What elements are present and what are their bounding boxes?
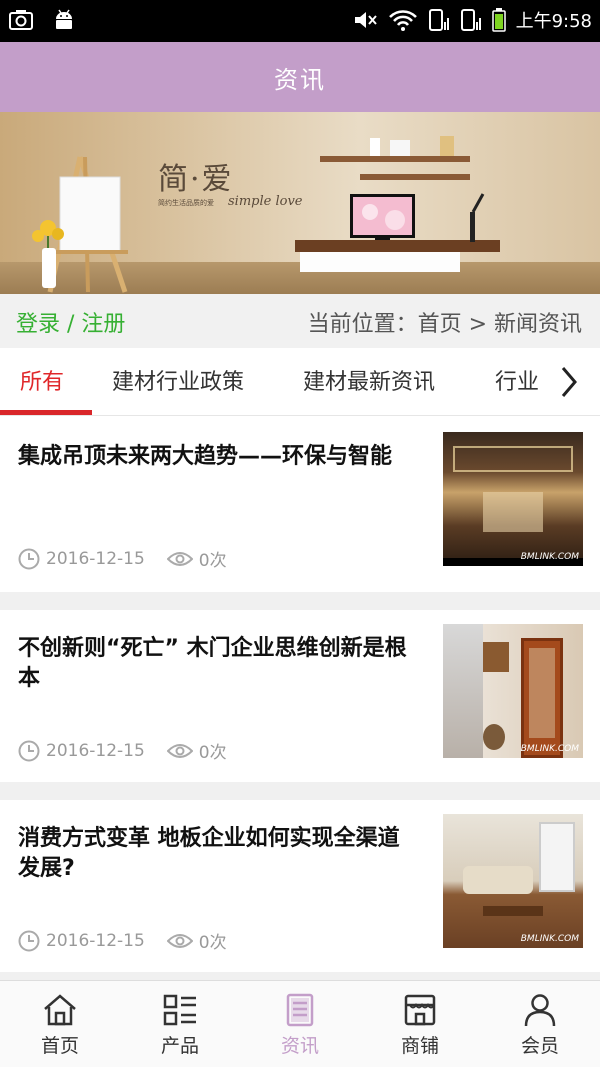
nav-products[interactable]: 产品 bbox=[120, 981, 240, 1067]
chevron-right-icon bbox=[561, 367, 577, 397]
article-date: 2016-12-15 bbox=[46, 740, 145, 761]
wall-shelf-illustration bbox=[320, 136, 470, 180]
page-title: 资讯 bbox=[274, 65, 326, 94]
tab-industry[interactable]: 行业 bbox=[495, 364, 539, 396]
article-thumbnail[interactable]: BMLINK.COM bbox=[443, 814, 583, 948]
article-date: 2016-12-15 bbox=[46, 930, 145, 951]
sim1-signal-icon bbox=[428, 9, 449, 31]
tab-all[interactable]: 所有 bbox=[20, 364, 64, 396]
clock: 上午9:58 bbox=[515, 11, 592, 32]
status-bar: 上午9:58 bbox=[0, 0, 600, 42]
login-register-link[interactable]: 登录 / 注册 bbox=[16, 306, 125, 338]
grid-list-icon bbox=[163, 994, 196, 1026]
sim2-signal-icon bbox=[460, 9, 481, 31]
thumbnail-watermark: BMLINK.COM bbox=[520, 552, 579, 562]
article-item[interactable]: 不创新则“死亡” 木门企业思维创新是根本 2016-12-15 0次 BMLIN… bbox=[0, 622, 600, 792]
clock-icon bbox=[18, 930, 40, 951]
thumbnail-watermark: BMLINK.COM bbox=[520, 744, 579, 754]
screenshot-icon bbox=[9, 10, 33, 30]
banner-brand-en: simple love bbox=[228, 194, 303, 209]
clock-icon bbox=[18, 740, 40, 761]
eye-icon bbox=[166, 551, 193, 566]
store-icon bbox=[404, 994, 436, 1026]
article-title[interactable]: 不创新则“死亡” 木门企业思维创新是根本 bbox=[18, 634, 418, 694]
location-bar: 登录 / 注册 当前位置：首页 > 新闻资讯 bbox=[0, 294, 600, 348]
article-views: 0次 bbox=[198, 551, 227, 571]
nav-member-label: 会员 bbox=[520, 1035, 559, 1057]
flower-vase-illustration bbox=[32, 220, 64, 288]
article-thumbnail[interactable]: BMLINK.COM bbox=[443, 624, 583, 758]
list-separator bbox=[0, 782, 600, 800]
nav-member[interactable]: 会员 bbox=[480, 981, 600, 1067]
eye-icon bbox=[166, 743, 193, 758]
document-icon bbox=[286, 993, 314, 1027]
nav-home[interactable]: 首页 bbox=[0, 981, 120, 1067]
nav-products-label: 产品 bbox=[160, 1035, 199, 1057]
eye-icon bbox=[166, 933, 193, 948]
breadcrumb: 当前位置：首页 > 新闻资讯 bbox=[307, 312, 582, 337]
active-tab-indicator bbox=[0, 410, 92, 415]
article-meta: 2016-12-15 0次 bbox=[18, 546, 227, 571]
banner-brand: 简·爱 简约生活品质的爱 simple love bbox=[158, 154, 302, 209]
nav-news-label: 资讯 bbox=[280, 1035, 319, 1057]
article-title[interactable]: 消费方式变革 地板企业如何实现全渠道发展? bbox=[18, 824, 418, 884]
category-tabs: 所有 建材行业政策 建材最新资讯 行业 bbox=[0, 348, 600, 416]
list-separator bbox=[0, 592, 600, 610]
bottom-navigation: 首页 产品 资讯 商铺 会员 bbox=[0, 980, 600, 1067]
article-meta: 2016-12-15 0次 bbox=[18, 738, 227, 763]
article-title[interactable]: 集成吊顶未来两大趋势——环保与智能 bbox=[18, 442, 418, 472]
banner-image[interactable]: 简·爱 简约生活品质的爱 simple love bbox=[0, 112, 600, 294]
article-item[interactable]: 消费方式变革 地板企业如何实现全渠道发展? 2016-12-15 0次 BMLI… bbox=[0, 812, 600, 982]
home-icon bbox=[44, 994, 76, 1026]
tab-latest-news[interactable]: 建材最新资讯 bbox=[303, 364, 435, 396]
wifi-icon bbox=[388, 10, 417, 31]
article-meta: 2016-12-15 0次 bbox=[18, 928, 227, 953]
banner-brand-cn: 简·爱 bbox=[158, 162, 234, 197]
battery-icon bbox=[491, 8, 506, 32]
article-views: 0次 bbox=[198, 933, 227, 953]
tab-industry-policy[interactable]: 建材行业政策 bbox=[112, 364, 244, 396]
article-views: 0次 bbox=[198, 743, 227, 763]
thumbnail-watermark: BMLINK.COM bbox=[520, 934, 579, 944]
list-separator bbox=[0, 972, 600, 980]
user-icon bbox=[524, 994, 556, 1027]
app-header: 资讯 bbox=[0, 42, 600, 112]
nav-stores[interactable]: 商铺 bbox=[360, 981, 480, 1067]
article-date: 2016-12-15 bbox=[46, 548, 145, 569]
banner-brand-tagline: 简约生活品质的爱 bbox=[158, 199, 214, 207]
clock-icon bbox=[18, 548, 40, 569]
nav-news[interactable]: 资讯 bbox=[240, 981, 360, 1067]
tv-unit-illustration bbox=[295, 193, 500, 272]
android-icon bbox=[56, 9, 72, 29]
nav-home-label: 首页 bbox=[40, 1035, 79, 1057]
mute-icon bbox=[354, 12, 377, 28]
tabs-scroll-right-button[interactable] bbox=[538, 348, 600, 415]
article-thumbnail[interactable]: BMLINK.COM bbox=[443, 432, 583, 566]
nav-stores-label: 商铺 bbox=[400, 1035, 439, 1057]
article-item[interactable]: 集成吊顶未来两大趋势——环保与智能 2016-12-15 0次 BMLINK.C… bbox=[0, 430, 600, 600]
